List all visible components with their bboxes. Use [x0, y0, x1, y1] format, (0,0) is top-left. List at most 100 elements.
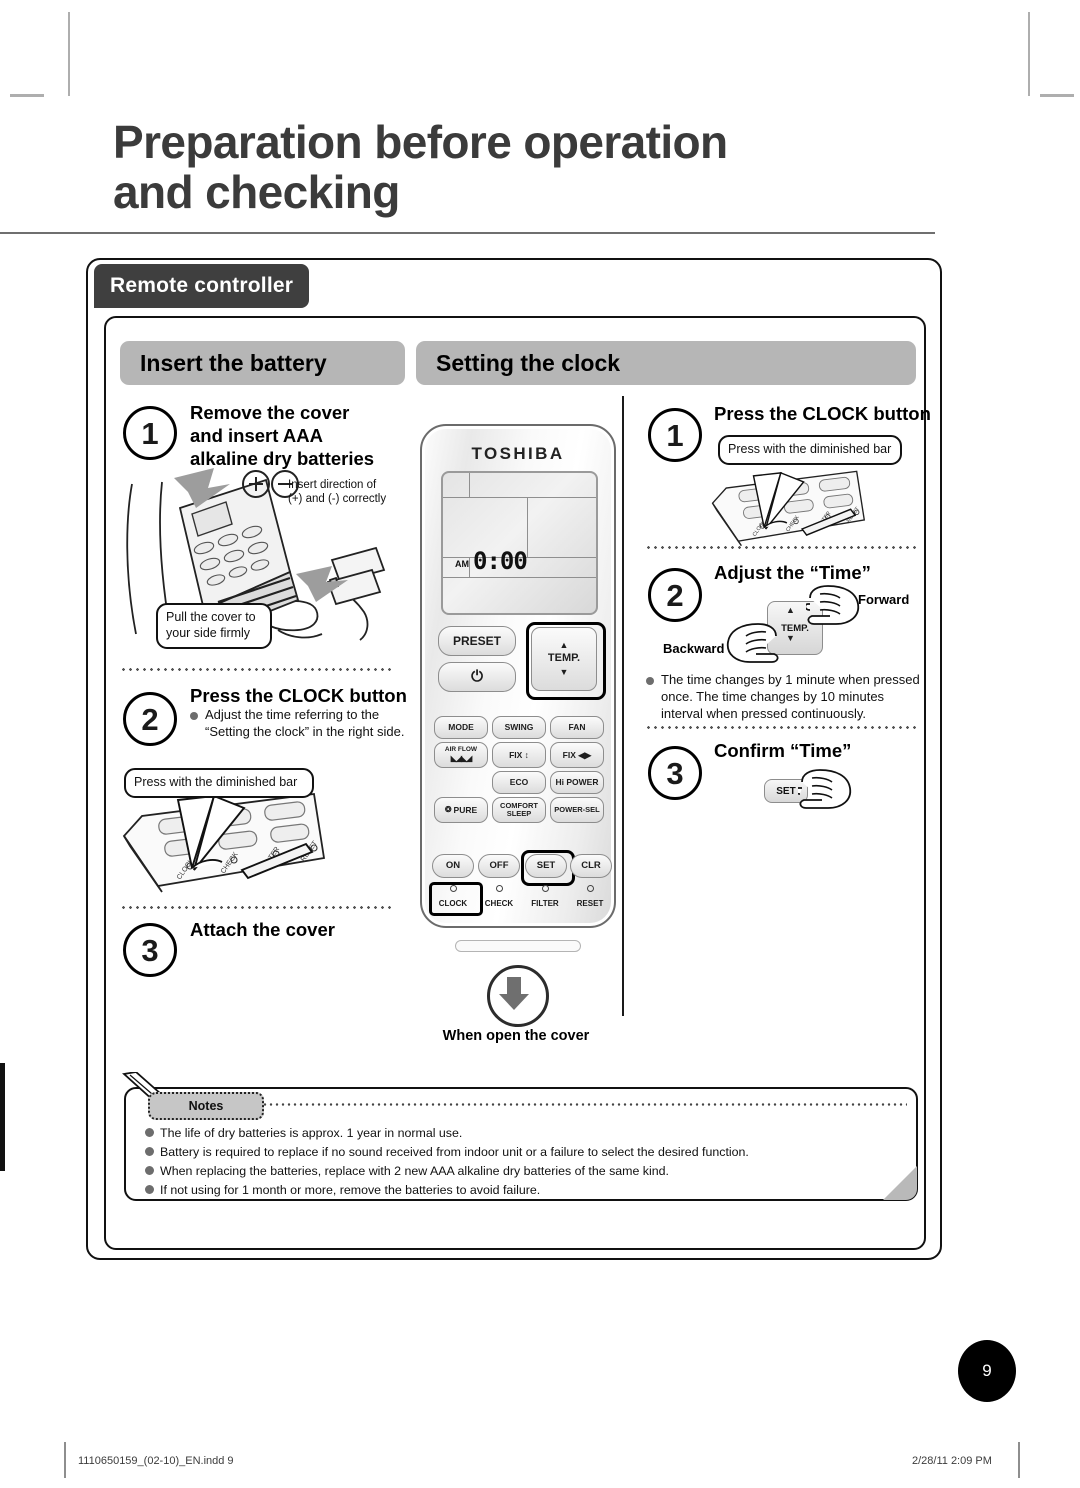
- remote-button-air-flow[interactable]: AIR FLOW ◣◢◣◢: [434, 742, 488, 768]
- remote-button-power-sel[interactable]: POWER-SEL: [550, 797, 604, 823]
- air-flow-label: AIR FLOW: [444, 745, 478, 753]
- lcd-clock-readout: AM 0:00: [455, 547, 528, 575]
- left-separator-1: [120, 668, 392, 671]
- remote-temp-rocker[interactable]: ▲ TEMP. ▼: [531, 627, 597, 691]
- lcd-time-digits: 0:00: [473, 547, 528, 575]
- power-icon: ⏻: [471, 668, 483, 686]
- footer-timestamp: 2/28/11 2:09 PM: [912, 1455, 992, 1467]
- right-step-3-title: Confirm “Time”: [714, 740, 852, 761]
- remote-button-mode[interactable]: MODE: [434, 716, 488, 739]
- temp-up-icon[interactable]: ▲: [560, 640, 569, 650]
- left-step-2-title: Press the CLOCK button: [190, 685, 407, 706]
- open-cover-arrow-badge: [487, 965, 549, 1027]
- title-divider: [0, 232, 935, 234]
- remote-power-button[interactable]: ⏻: [438, 662, 516, 692]
- note-item-1: The life of dry batteries is approx. 1 y…: [144, 1124, 904, 1143]
- callout-insert-direction: Insert direction of (+) and (-) correctl…: [288, 479, 387, 506]
- temp-down-icon[interactable]: ▼: [560, 667, 569, 677]
- heading-insert-the-battery: Insert the battery: [120, 341, 405, 385]
- notes-label: Notes: [148, 1092, 264, 1120]
- remote-button-on[interactable]: ON: [432, 854, 474, 878]
- left-step-2-number: 2: [123, 692, 177, 746]
- air-flow-icon: ◣◢◣◢: [450, 753, 473, 763]
- temp-label: TEMP.: [547, 652, 581, 665]
- label-forward: Forward: [858, 592, 910, 607]
- pure-label: PURE: [453, 804, 478, 815]
- remote-button-fix-vertical[interactable]: FIX ↕: [492, 742, 546, 768]
- heading-insert-the-battery-label: Insert the battery: [140, 349, 327, 376]
- left-separator-2: [120, 906, 392, 909]
- pinhole-dot-filter: [541, 885, 549, 892]
- remote-button-eco[interactable]: ECO: [492, 771, 546, 794]
- left-step-1-number: 1: [123, 406, 177, 460]
- remote-controller-device: TOSHIBA AM 0:00 PRESET ⏻ ▲ TEMP. ▼ MODE …: [420, 424, 616, 928]
- crop-mark-left: [10, 94, 44, 97]
- note-item-3: When replacing the batteries, replace wi…: [144, 1162, 904, 1181]
- label-backward: Backward: [663, 641, 725, 656]
- right-step-1-title: Press the CLOCK button: [714, 403, 931, 424]
- right-step-1-number: 1: [648, 408, 702, 462]
- section-tab-remote-controller: Remote controller: [94, 264, 309, 308]
- right-step-3-number: 3: [648, 746, 702, 800]
- column-divider: [622, 396, 624, 1016]
- remote-button-hi-power[interactable]: Hi POWER: [550, 771, 604, 794]
- remote-button-comfort-sleep[interactable]: COMFORT SLEEP: [492, 797, 546, 823]
- left-step-3-number: 3: [123, 923, 177, 977]
- remote-pinhole-check[interactable]: CHECK: [479, 885, 519, 911]
- left-step-3-title: Attach the cover: [190, 919, 335, 940]
- callout-press-diminished-bar-right: Press with the diminished bar: [718, 435, 902, 465]
- right-step-2-number: 2: [648, 568, 702, 622]
- pinhole-label-check: CHECK: [484, 899, 514, 908]
- crop-mark-top-left: [68, 12, 70, 96]
- hand-icon-set: [798, 768, 856, 810]
- lcd-meridiem: AM: [455, 559, 469, 569]
- left-step-2-bullet-text: Adjust the time referring to the “Settin…: [190, 707, 405, 741]
- page-title-line2: and checking: [113, 165, 400, 218]
- heading-setting-the-clock-label: Setting the clock: [436, 349, 621, 376]
- section-tab-label: Remote controller: [110, 274, 294, 297]
- right-step-2-bullet-text: The time changes by 1 minute when presse…: [646, 672, 928, 723]
- callout-pull-the-cover: Pull the cover to your side firmly: [156, 603, 272, 649]
- page-title: Preparation before operation and checkin…: [113, 116, 913, 218]
- pinhole-dot-clock: [449, 885, 457, 892]
- set-button-figure-label: SET: [776, 785, 796, 797]
- footer-filename: 1110650159_(02-10)_EN.indd 9: [78, 1455, 234, 1467]
- right-separator-2: [645, 726, 917, 729]
- hand-icon-forward: [806, 584, 864, 626]
- crop-mark-right: [1040, 94, 1074, 97]
- remote-lcd-display: AM 0:00: [441, 471, 598, 615]
- callout-press-diminished-bar-left: Press with the diminished bar: [124, 768, 314, 798]
- heading-setting-the-clock: Setting the clock: [416, 341, 916, 385]
- left-step-2-bullet: Adjust the time referring to the “Settin…: [190, 707, 405, 741]
- right-separator-1: [645, 546, 917, 549]
- notes-dotted-rule: [262, 1103, 907, 1106]
- remote-pinhole-clock[interactable]: CLOCK: [433, 885, 473, 911]
- left-step-1-title: Remove the cover and insert AAA alkaline…: [190, 402, 375, 469]
- pinhole-label-reset: RESET: [576, 899, 604, 908]
- pinhole-label-filter: FILTER: [531, 899, 559, 908]
- open-cover-caption: When open the cover: [442, 1028, 590, 1044]
- page-title-line1: Preparation before operation: [113, 116, 728, 168]
- pure-icon: ❂: [444, 804, 452, 814]
- remote-button-set[interactable]: SET: [525, 854, 567, 878]
- page-number-badge: 9: [958, 1340, 1016, 1402]
- footer-rule-right: [1018, 1442, 1020, 1478]
- remote-button-off[interactable]: OFF: [478, 854, 520, 878]
- remote-pinhole-filter[interactable]: FILTER: [525, 885, 565, 911]
- remote-button-fan[interactable]: FAN: [550, 716, 604, 739]
- remote-button-swing[interactable]: SWING: [492, 716, 546, 739]
- remote-button-pure[interactable]: ❂ PURE: [434, 797, 488, 823]
- temp-rocker-figure-label: TEMP.: [781, 622, 809, 634]
- temp-rocker-down-arrow-icon: ▼: [786, 633, 795, 643]
- pinhole-label-clock: CLOCK: [438, 899, 468, 908]
- pinhole-dot-reset: [586, 885, 594, 892]
- note-item-4: If not using for 1 month or more, remove…: [144, 1181, 904, 1200]
- remote-pinhole-reset[interactable]: RESET: [570, 885, 610, 911]
- remote-button-clr[interactable]: CLR: [570, 854, 612, 878]
- pinhole-dot-check: [495, 885, 503, 892]
- remote-button-fix-horizontal[interactable]: FIX ◀▶: [550, 742, 604, 768]
- right-step-2-bullet: The time changes by 1 minute when presse…: [646, 672, 928, 723]
- notes-list: The life of dry batteries is approx. 1 y…: [144, 1124, 904, 1199]
- remote-brand-label: TOSHIBA: [471, 444, 565, 463]
- remote-preset-button[interactable]: PRESET: [438, 626, 516, 656]
